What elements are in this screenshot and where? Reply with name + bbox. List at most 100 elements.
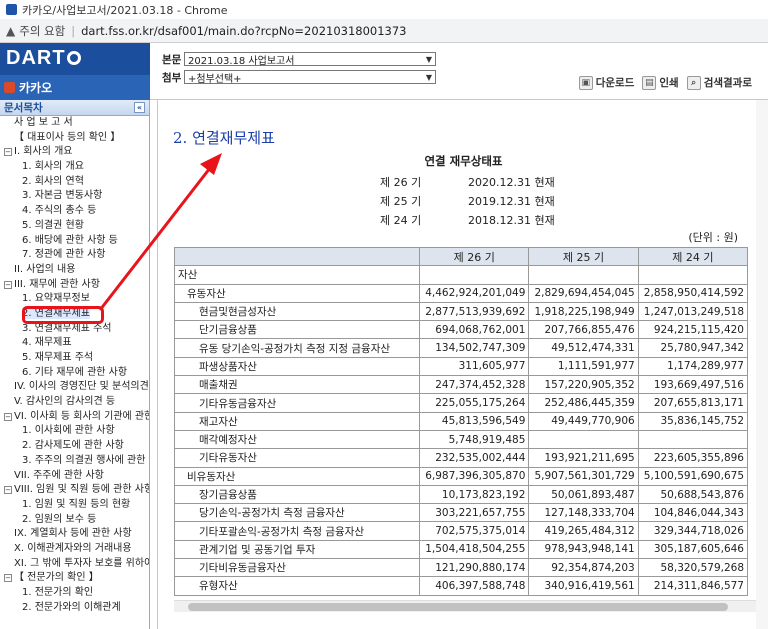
table-header-row: 제 26 기 제 25 기 제 24 기 xyxy=(173,246,749,267)
toc-item[interactable]: − VIII. 임원 및 직원 등에 관한 사항 xyxy=(0,483,149,498)
toc-item[interactable]: 1. 회사의 개요 xyxy=(0,160,149,175)
dart-logo[interactable]: DART xyxy=(6,47,81,70)
amount-cell: 247,374,452,328 xyxy=(419,375,530,395)
toc-item-label: XI. 그 밖에 투자자 보호를 위하여 xyxy=(14,557,149,569)
print-button[interactable]: ▤ 인쇄 xyxy=(642,75,679,90)
toc-item[interactable]: V. 감사인의 감사의견 등 xyxy=(0,395,149,410)
toc-item-label: 1. 요약재무정보 xyxy=(22,293,90,305)
window-title: 카카오/사업보고서/2021.03.18 - Chrome xyxy=(22,3,228,17)
toc-item[interactable]: 3. 자본금 변동사항 xyxy=(0,189,149,204)
toc-item[interactable]: XI. 그 밖에 투자자 보호를 위하여 xyxy=(0,557,149,572)
amount-cell: 406,397,588,748 xyxy=(419,576,530,596)
toc-item[interactable]: 1. 요약재무정보 xyxy=(0,292,149,307)
amount-cell: 303,221,657,755 xyxy=(419,503,530,523)
toc-item[interactable]: 1. 임원 및 직원 등의 현황 xyxy=(0,498,149,513)
period-row: 제 26 기 2020.12.31 현재 xyxy=(380,174,555,190)
toc-item-label: 6. 기타 재무에 관한 사항 xyxy=(22,366,128,378)
table-row: 단기금융상품 694,068,762,001 207,766,855,476 924,… xyxy=(173,320,749,340)
toc-item[interactable]: 6. 배당에 관한 사항 등 xyxy=(0,234,149,249)
search-result-button[interactable]: ⌕ 검색결과로 xyxy=(686,75,752,90)
toc-item[interactable]: − VI. 이사회 등 회사의 기관에 관한 xyxy=(0,410,149,425)
address-bar[interactable]: ▲ 주의 요함 | dart.fss.or.kr/dsaf001/main.do… xyxy=(0,19,768,43)
toc-item[interactable]: − III. 재무에 관한 사항 xyxy=(0,278,149,293)
collapse-sidebar-icon[interactable]: « xyxy=(134,102,145,113)
logo-ring-icon xyxy=(66,51,81,65)
amount-cell: 340,916,419,561 xyxy=(528,576,639,596)
toc-item-label: VIII. 임원 및 직원 등에 관한 사항 xyxy=(14,484,149,496)
toc-item[interactable]: 【 대표이사 등의 확인 】 xyxy=(0,131,149,146)
warning-triangle-icon[interactable]: ▲ xyxy=(6,24,15,38)
toc-item[interactable]: 2. 임원의 보수 등 xyxy=(0,513,149,528)
collapse-toggle-icon[interactable]: − xyxy=(4,486,12,495)
toc-item[interactable]: VII. 주주에 관한 사항 xyxy=(0,469,149,484)
window-title-bar: 카카오/사업보고서/2021.03.18 - Chrome xyxy=(0,0,768,19)
amount-cell: 127,148,333,704 xyxy=(528,503,639,523)
amount-cell xyxy=(528,429,639,450)
table-row: 파생상품자산 311,605,977 1,111,591,977 1,174,289,… xyxy=(173,356,749,377)
collapse-toggle-icon[interactable]: − xyxy=(4,280,12,289)
toc-item-label: 5. 의결권 현황 xyxy=(22,219,84,231)
toc-item-label: VII. 주주에 관한 사항 xyxy=(14,469,104,481)
url-text[interactable]: dart.fss.or.kr/dsaf001/main.do?rcpNo=202… xyxy=(81,24,406,38)
amount-cell: 49,512,474,331 xyxy=(528,338,639,358)
amount-cell: 311,605,977 xyxy=(419,356,530,377)
toolbar: ▣ 다운로드 ▤ 인쇄 ⌕ 검색결과로 xyxy=(578,75,752,90)
column-header xyxy=(173,246,421,267)
account-name: 당기손익-공정가치 측정 금융자산 xyxy=(173,503,421,523)
toc-item-label: 7. 정관에 관한 사항 xyxy=(22,249,106,261)
collapse-toggle-icon[interactable]: − xyxy=(4,412,12,421)
scrollbar-thumb[interactable] xyxy=(188,603,728,611)
toc-item[interactable]: 3. 주주의 의결권 행사에 관한 xyxy=(0,454,149,469)
toc-item-label: 4. 재무제표 xyxy=(22,337,72,349)
horizontal-scrollbar[interactable] xyxy=(174,600,768,612)
toc-item[interactable]: − I. 회사의 개요 xyxy=(0,145,149,160)
amount-cell: 134,502,747,309 xyxy=(419,338,530,358)
toc-item-label: 2. 전문가와의 이해관계 xyxy=(22,601,121,613)
security-status[interactable]: 주의 요함 xyxy=(19,23,65,39)
save-icon: ▣ xyxy=(578,75,593,90)
toc-item[interactable]: 5. 의결권 현황 xyxy=(0,219,149,234)
toc-item-label: 2. 감사제도에 관한 사항 xyxy=(22,440,124,452)
column-header: 제 26 기 xyxy=(419,246,530,267)
toc-item[interactable]: IX. 계열회사 등에 관한 사항 xyxy=(0,527,149,542)
amount-cell: 10,173,823,192 xyxy=(419,484,530,505)
toc-item[interactable]: X. 이해관계자와의 거래내용 xyxy=(0,542,149,557)
chevron-down-icon: ▼ xyxy=(425,54,432,64)
attach-select[interactable]: +첨부선택+ ▼ xyxy=(184,70,436,85)
toc-item[interactable]: 7. 정관에 관한 사항 xyxy=(0,248,149,263)
logo-panel: DART 카카오 xyxy=(0,43,150,100)
toc-item[interactable]: 2. 회사의 연혁 xyxy=(0,175,149,190)
toc-item[interactable]: 4. 재무제표 xyxy=(0,336,149,351)
toc-item[interactable]: 1. 전문가의 확인 xyxy=(0,586,149,601)
amount-cell: 419,265,484,312 xyxy=(528,521,639,541)
account-name: 비유동자산 xyxy=(173,466,421,486)
amount-cell: 4,462,924,201,049 xyxy=(419,283,530,303)
account-name: 기타비유동금융자산 xyxy=(173,558,421,578)
toc-item[interactable]: 사 업 보 고 서 xyxy=(0,116,149,131)
toc-item[interactable]: 2. 전문가와의 이해관계 xyxy=(0,601,149,616)
amount-cell xyxy=(637,429,749,450)
main-doc-select[interactable]: 2021.03.18 사업보고서 ▼ xyxy=(184,52,436,67)
amount-cell: 225,055,175,264 xyxy=(419,393,530,413)
amount-cell: 49,449,770,906 xyxy=(528,411,639,431)
amount-cell: 25,780,947,342 xyxy=(637,338,749,358)
amount-cell: 305,187,605,646 xyxy=(637,539,749,560)
toc-item[interactable]: 6. 기타 재무에 관한 사항 xyxy=(0,366,149,381)
print-icon: ▤ xyxy=(642,75,657,90)
toc-item[interactable]: 4. 주식의 총수 등 xyxy=(0,204,149,219)
toc-item[interactable]: IV. 이사의 경영진단 및 분석의견 xyxy=(0,380,149,395)
search-result-label: 검색결과로 xyxy=(703,77,752,89)
toc-item[interactable]: II. 사업의 내용 xyxy=(0,263,149,278)
amount-cell: 1,174,289,977 xyxy=(637,356,749,377)
collapse-toggle-icon[interactable]: − xyxy=(4,574,12,583)
toc-item-label: X. 이해관계자와의 거래내용 xyxy=(14,542,132,554)
toc-item[interactable]: 1. 이사회에 관한 사항 xyxy=(0,424,149,439)
toc-item[interactable]: 2. 감사제도에 관한 사항 xyxy=(0,439,149,454)
toc-item[interactable]: 5. 재무제표 주석 xyxy=(0,351,149,366)
toc-item-label: IX. 계열회사 등에 관한 사항 xyxy=(14,528,132,540)
vertical-scrollbar[interactable] xyxy=(756,100,768,629)
download-button[interactable]: ▣ 다운로드 xyxy=(578,75,634,90)
collapse-toggle-icon[interactable]: − xyxy=(4,148,12,157)
toc-item[interactable]: − 【 전문가의 확인 】 xyxy=(0,571,149,586)
toc-item-label: 1. 이사회에 관한 사항 xyxy=(22,425,115,437)
